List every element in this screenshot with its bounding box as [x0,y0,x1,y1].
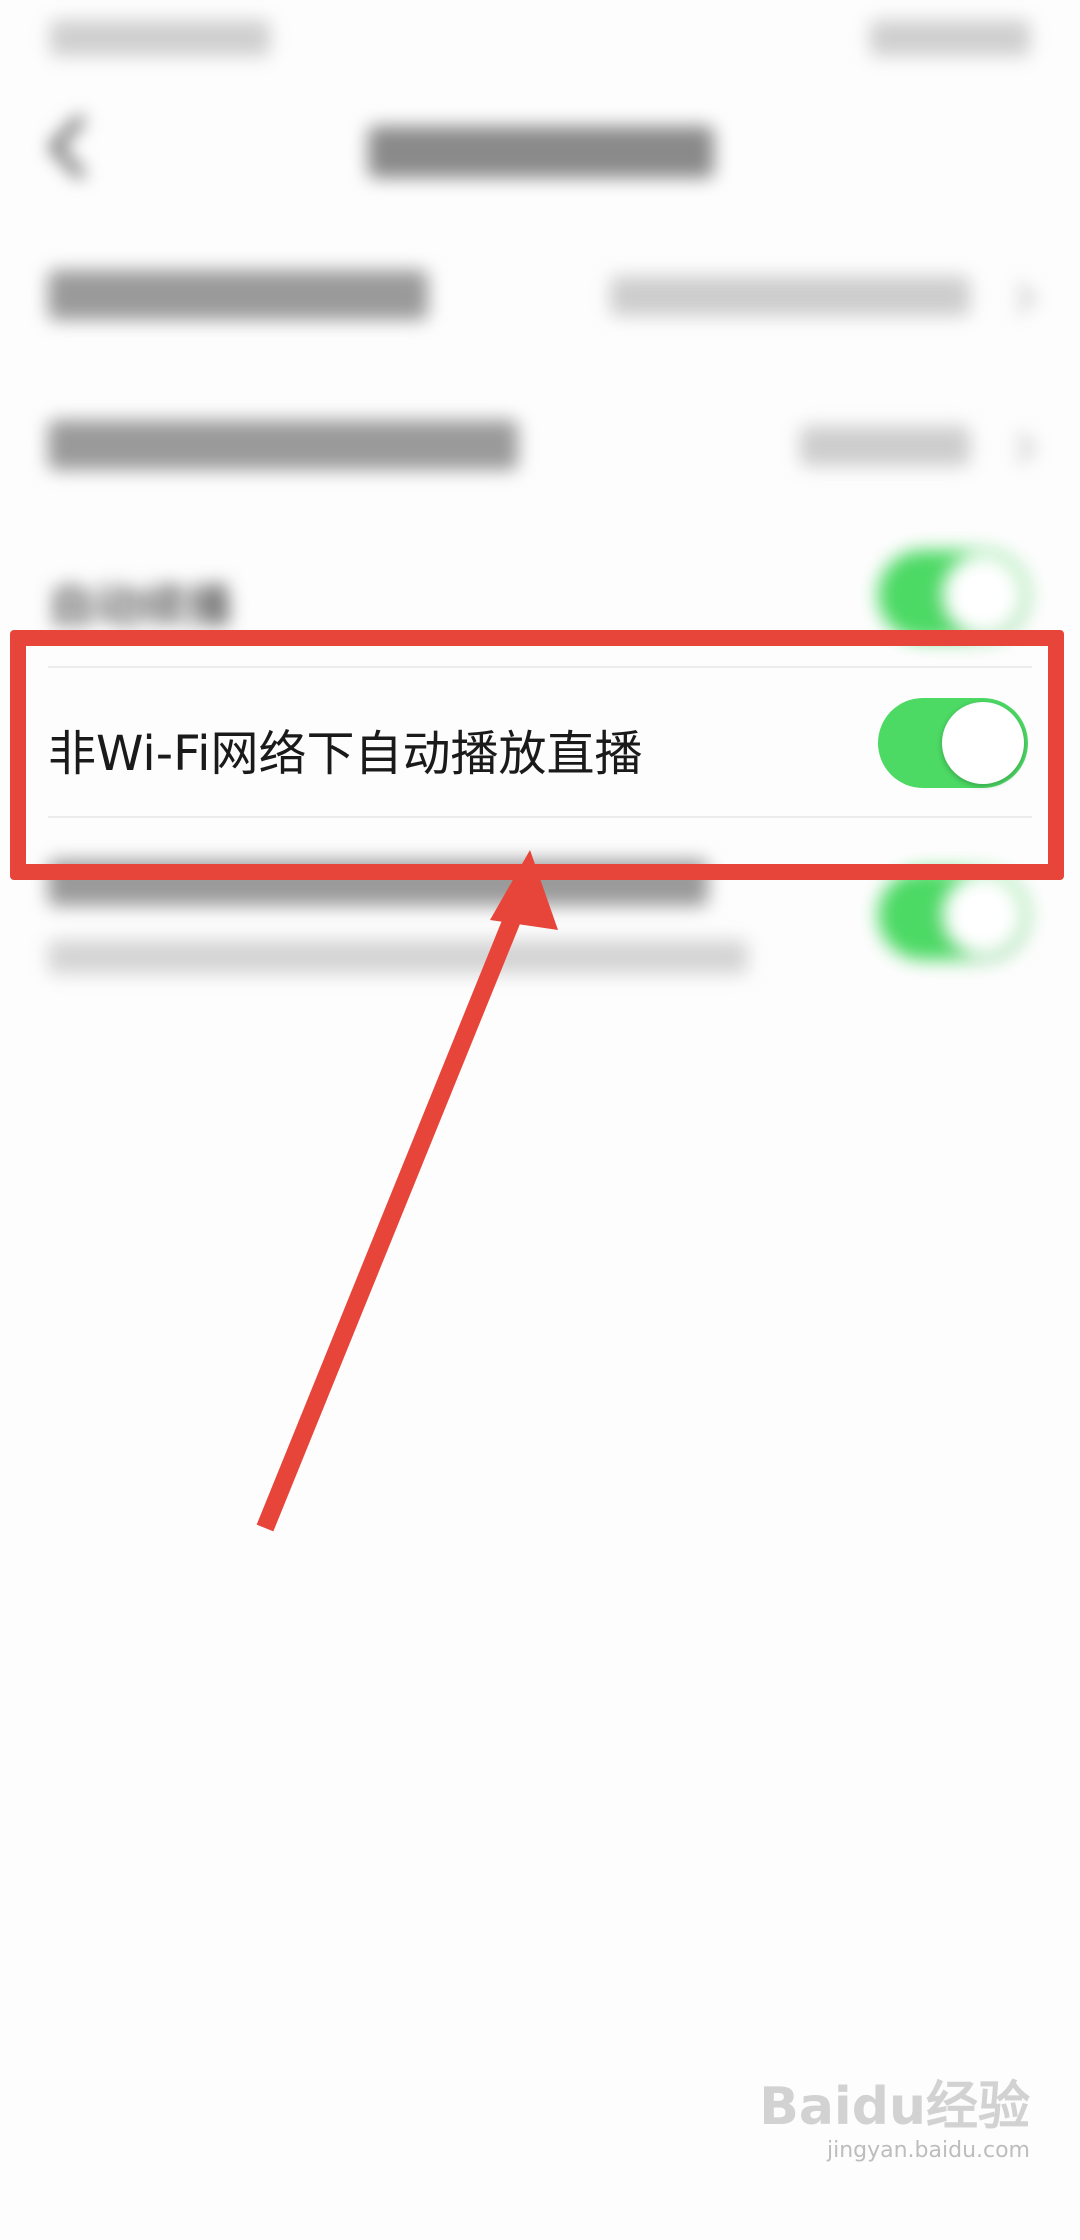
autoplay-continue-toggle[interactable] [878,550,1028,640]
chevron-right-icon [1016,282,1036,314]
settings-row-2[interactable] [0,370,1080,520]
back-arrow-icon[interactable] [40,112,100,182]
watermark: Baidu经验 jingyan.baidu.com [759,2064,1030,2184]
status-bar [0,0,1080,80]
toggle-knob [942,554,1024,636]
settings-row-1[interactable] [0,220,1080,370]
row-5-toggle[interactable] [878,870,1028,960]
watermark-logo: Baidu经验 [759,2077,1030,2137]
chevron-right-icon [1016,432,1036,464]
watermark-url: jingyan.baidu.com [826,2138,1030,2163]
toggle-knob [942,874,1024,956]
settings-screen: 自动续播 非Wi-Fi网络下自动播放直播 Baidu经验 jingyan.bai… [0,0,1080,2240]
nav-bar [0,90,1080,210]
row-3-label: 自动续播 [48,579,232,633]
annotation-highlight-box [10,630,1064,880]
